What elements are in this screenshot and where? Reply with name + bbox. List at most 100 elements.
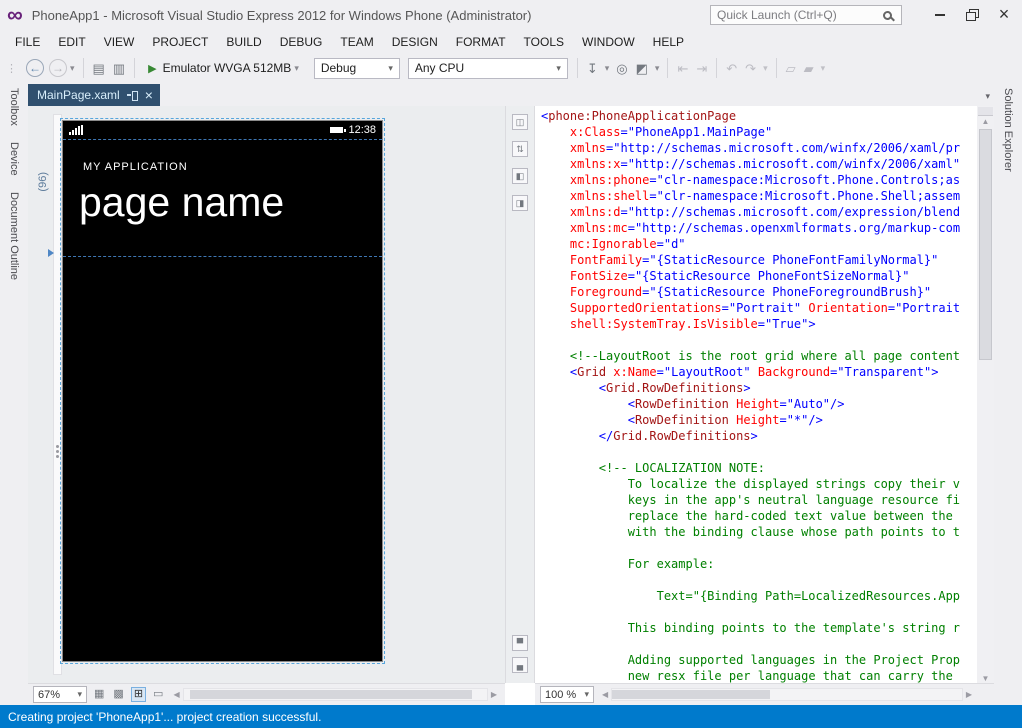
phone-app-title[interactable]: MY APPLICATION	[83, 161, 188, 173]
designer-horizontal-scrollbar[interactable]: ◀ ▶	[170, 687, 500, 702]
menu-debug[interactable]: DEBUG	[271, 30, 332, 54]
signal-strength-icon	[69, 125, 83, 135]
code-line: x:Class="PhoneApp1.MainPage"	[541, 124, 977, 140]
code-line: SupportedOrientations="Portrait" Orienta…	[541, 300, 977, 316]
pin-icon[interactable]	[127, 90, 138, 100]
collapse-right-pane-icon[interactable]: ◨	[512, 195, 528, 211]
snap-to-grid-icon[interactable]: ▩	[111, 688, 125, 701]
scroll-left-icon[interactable]: ◀	[599, 691, 611, 699]
menu-view[interactable]: VIEW	[95, 30, 144, 54]
editor-zoom-combo[interactable]: 100 % ▾	[540, 686, 594, 703]
code-line: shell:SystemTray.IsVisible="True">	[541, 316, 977, 332]
menu-build[interactable]: BUILD	[217, 30, 270, 54]
split-orientation-icon[interactable]: ⇅	[512, 141, 528, 157]
designer-zoom-combo[interactable]: 67% ▾	[33, 686, 87, 703]
save-icon[interactable]: ▥	[113, 62, 125, 75]
navigation-history-dropdown-icon[interactable]: ▾	[70, 63, 75, 74]
scroll-down-icon[interactable]: ▼	[979, 675, 993, 683]
menu-project[interactable]: PROJECT	[143, 30, 217, 54]
chevron-down-icon[interactable]: ▾	[655, 63, 660, 74]
menu-window[interactable]: WINDOW	[573, 30, 644, 54]
code-line: xmlns:mc="http://schemas.openxmlformats.…	[541, 220, 977, 236]
toolbar-separator	[134, 58, 135, 78]
uncomment-icon[interactable]: ▰	[804, 62, 814, 75]
outdent-icon[interactable]: ⇤	[677, 62, 688, 75]
tab-list-dropdown-icon[interactable]: ▾	[985, 91, 994, 106]
title-bar: ∞ PhoneApp1 - Microsoft Visual Studio Ex…	[0, 0, 1022, 30]
scrollbar-track[interactable]	[977, 126, 994, 675]
phone-design-surface[interactable]: 12:38 MY APPLICATION page name	[62, 120, 383, 662]
solution-configuration-combo[interactable]: Debug ▾	[314, 58, 400, 79]
toolbar-separator	[716, 58, 717, 78]
annotations-icon[interactable]: ▭	[151, 688, 165, 701]
show-grid-icon[interactable]: ▦	[92, 688, 106, 701]
editor-split-grip[interactable]	[978, 107, 993, 116]
expand-split-icon[interactable]: ▀	[512, 635, 528, 651]
side-tab-device[interactable]: Device	[8, 142, 20, 176]
grid-row-marker-icon[interactable]	[48, 249, 54, 257]
menu-file[interactable]: FILE	[6, 30, 49, 54]
navigate-back-button[interactable]: ←	[26, 59, 44, 77]
editor-horizontal-scrollbar[interactable]: ◀ ▶	[599, 687, 975, 702]
xaml-code-editor[interactable]: <phone:PhoneApplicationPage x:Class="Pho…	[535, 106, 977, 683]
minimize-button[interactable]	[924, 0, 956, 28]
start-debugging-button[interactable]: ▶ Emulator WVGA 512MB ▾	[144, 59, 306, 77]
code-line: <Grid.RowDefinitions>	[541, 380, 977, 396]
collapse-split-icon[interactable]: ▄	[512, 657, 528, 673]
attach-icon[interactable]: ↧	[587, 62, 598, 75]
side-tab-document-outline[interactable]: Document Outline	[8, 192, 20, 280]
snapping-toggle-icon[interactable]: ⊞	[131, 687, 146, 702]
chevron-down-icon[interactable]: ▾	[763, 63, 768, 74]
quick-launch-input[interactable]: Quick Launch (Ctrl+Q)	[710, 5, 902, 25]
close-button[interactable]: ×	[988, 0, 1020, 28]
scrollbar-thumb[interactable]	[612, 690, 769, 699]
designer-split-bar[interactable]: ◫ ⇅ ◧ ◨ ▀ ▄	[505, 106, 535, 683]
scroll-left-icon[interactable]: ◀	[170, 691, 182, 699]
designer-bottom-bar: 67% ▾ ▦ ▩ ⊞ ▭ ◀ ▶	[28, 683, 505, 705]
left-rail: Toolbox Device Document Outline	[0, 82, 28, 705]
side-tab-solution-explorer[interactable]: Solution Explorer	[1002, 88, 1014, 172]
undo-icon[interactable]: ↶	[726, 62, 737, 75]
xaml-designer-pane[interactable]: (96) 12:38 MY APPLICATION page name	[28, 106, 505, 683]
menu-tools[interactable]: TOOLS	[515, 30, 573, 54]
chevron-down-icon[interactable]: ▾	[605, 63, 610, 74]
designer-grid-rail	[53, 114, 62, 675]
debug-target-dropdown-icon[interactable]: ▾	[294, 63, 299, 74]
chevron-down-icon: ▾	[388, 63, 393, 74]
menu-help[interactable]: HELP	[644, 30, 693, 54]
scrollbar-thumb[interactable]	[190, 690, 472, 699]
scrollbar-track[interactable]	[183, 688, 488, 701]
menu-team[interactable]: TEAM	[331, 30, 382, 54]
scroll-up-icon[interactable]: ▲	[979, 118, 993, 126]
navigate-forward-button[interactable]: →	[49, 59, 67, 77]
editor-vertical-scrollbar[interactable]: ▲ ▼	[977, 106, 994, 683]
scroll-right-icon[interactable]: ▶	[963, 691, 975, 699]
code-lines: <phone:PhoneApplicationPage x:Class="Pho…	[535, 106, 977, 683]
comment-icon[interactable]: ▱	[786, 62, 796, 75]
menu-edit[interactable]: EDIT	[49, 30, 94, 54]
restore-button[interactable]	[956, 0, 988, 28]
solution-platform-combo[interactable]: Any CPU ▾	[408, 58, 568, 79]
vs-logo-icon: ∞	[7, 1, 23, 29]
code-line: xmlns="http://schemas.microsoft.com/winf…	[541, 140, 977, 156]
indent-icon[interactable]: ⇥	[696, 62, 707, 75]
grid-rail-grip[interactable]	[56, 445, 59, 448]
code-line: xmlns:shell="clr-namespace:Microsoft.Pho…	[541, 188, 977, 204]
toolbar-overflow-icon[interactable]: ▾	[821, 63, 826, 74]
close-tab-icon[interactable]: ×	[145, 88, 153, 102]
scrollbar-track[interactable]	[611, 688, 963, 701]
swap-panes-icon[interactable]: ◫	[512, 114, 528, 130]
scrollbar-thumb[interactable]	[979, 129, 992, 360]
tab-mainpage-xaml[interactable]: MainPage.xaml ×	[28, 84, 160, 106]
new-project-icon[interactable]: ▤	[93, 62, 105, 75]
collapse-left-pane-icon[interactable]: ◧	[512, 168, 528, 184]
scroll-right-icon[interactable]: ▶	[488, 691, 500, 699]
menu-format[interactable]: FORMAT	[447, 30, 515, 54]
redo-icon[interactable]: ↷	[745, 62, 756, 75]
find-in-files-icon[interactable]: ◎	[616, 62, 627, 75]
code-line: <RowDefinition Height="*"/>	[541, 412, 977, 428]
menu-design[interactable]: DESIGN	[383, 30, 447, 54]
extensions-icon[interactable]: ◩	[636, 62, 648, 75]
phone-page-title[interactable]: page name	[79, 179, 284, 226]
side-tab-toolbox[interactable]: Toolbox	[8, 88, 20, 126]
